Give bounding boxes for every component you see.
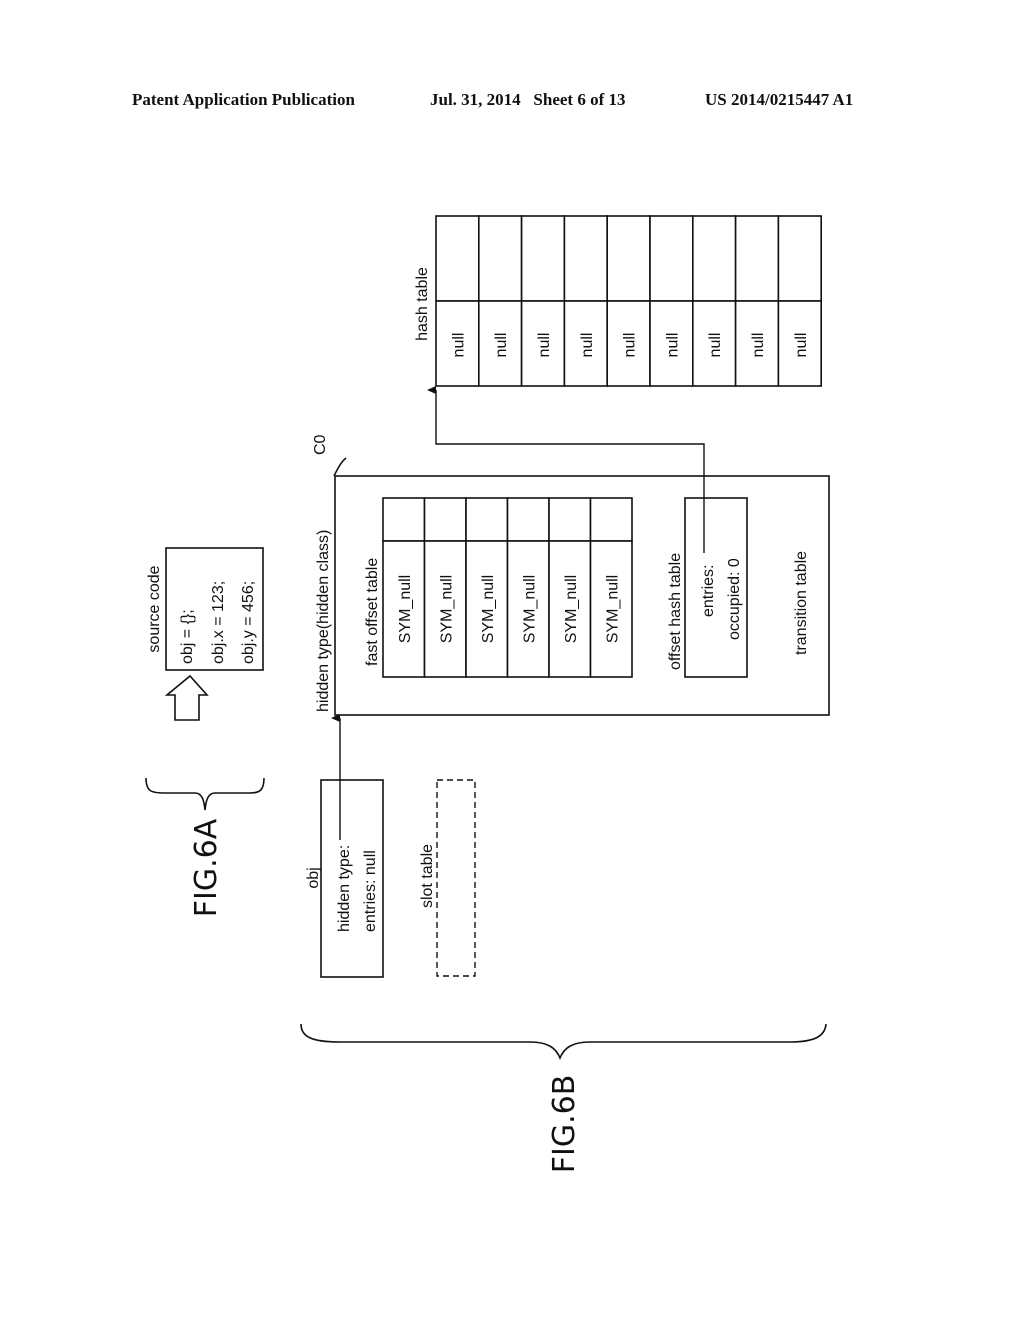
fast-offset-value: SYM_null bbox=[480, 575, 497, 643]
slot-table-box bbox=[436, 779, 476, 977]
hidden-class-ref: C0 bbox=[312, 434, 329, 455]
c0-leader-line bbox=[333, 457, 347, 477]
fig6a-brace bbox=[145, 777, 265, 811]
hash-table-value: null bbox=[622, 333, 639, 358]
fast-offset-value: SYM_null bbox=[563, 575, 580, 643]
source-code-line-1: obj = {}; bbox=[179, 609, 196, 664]
fast-offset-key-slot bbox=[423, 497, 467, 542]
hash-table-key-slot bbox=[777, 215, 823, 302]
hash-table-cell: null bbox=[606, 215, 651, 387]
fig6b-label: FIG.6B bbox=[547, 1075, 582, 1174]
fast-offset-value: SYM_null bbox=[397, 575, 414, 643]
obj-entries: entries: null bbox=[362, 850, 379, 932]
fast-offset-cell: SYM_null bbox=[589, 497, 633, 678]
hash-table-cell: null bbox=[691, 215, 737, 387]
hash-table-value: null bbox=[793, 333, 810, 358]
hash-table-cell: null bbox=[435, 215, 480, 387]
source-code-line-3: obj.y = 456; bbox=[240, 581, 257, 664]
fast-offset-cell: SYM_null bbox=[382, 497, 426, 678]
hidden-class-title: hidden type(hidden class) bbox=[315, 530, 332, 712]
source-code-title: source code bbox=[146, 565, 163, 652]
hash-table-title: hash table bbox=[414, 267, 431, 341]
hash-table-value: null bbox=[450, 333, 467, 358]
hash-table-value: null bbox=[707, 333, 724, 358]
hash-table-value: null bbox=[750, 333, 767, 358]
slot-table-title: slot table bbox=[419, 844, 436, 908]
patent-figure: source code obj = {}; obj.x = 123; obj.y… bbox=[145, 215, 830, 1174]
fast-offset-key-slot bbox=[465, 497, 509, 542]
hash-table-cell: null bbox=[777, 215, 823, 387]
hash-table-key-slot bbox=[649, 215, 694, 302]
hash-table-cell: null bbox=[734, 215, 780, 387]
hash-table-cell: null bbox=[477, 215, 523, 387]
hash-table-cell: null bbox=[649, 215, 694, 387]
fig6a-group: source code obj = {}; obj.x = 123; obj.y… bbox=[145, 547, 265, 917]
hash-table-cell: null bbox=[520, 215, 566, 387]
fast-offset-cell: SYM_null bbox=[465, 497, 509, 678]
hash-table-key-slot bbox=[734, 215, 780, 302]
fast-offset-table: SYM_null SYM_null SYM_null SYM_null SYM_null… bbox=[382, 497, 633, 678]
hash-table-key-slot bbox=[435, 215, 480, 302]
offset-hash-entries: entries: bbox=[700, 565, 717, 617]
offset-hash-occupied: occupied: 0 bbox=[726, 558, 743, 640]
fast-offset-value: SYM_null bbox=[521, 575, 538, 643]
transition-table-title: transition table bbox=[793, 551, 810, 655]
source-code-line-2: obj.x = 123; bbox=[210, 581, 227, 664]
fast-offset-value: SYM_null bbox=[438, 575, 455, 643]
hash-table-key-slot bbox=[691, 215, 737, 302]
obj-hidden-type: hidden type: bbox=[336, 845, 353, 932]
hash-table-value: null bbox=[536, 333, 553, 358]
fig6a-label: FIG.6A bbox=[189, 818, 224, 917]
fast-offset-table-title: fast offset table bbox=[364, 558, 381, 666]
fast-offset-key-slot bbox=[506, 497, 550, 542]
fast-offset-cell: SYM_null bbox=[423, 497, 467, 678]
hollow-arrow-icon bbox=[164, 674, 209, 721]
hash-table-value: null bbox=[664, 333, 681, 358]
fast-offset-key-slot bbox=[382, 497, 426, 542]
obj-title: obj bbox=[305, 867, 322, 888]
fast-offset-key-slot bbox=[589, 497, 633, 542]
fast-offset-cell: SYM_null bbox=[548, 497, 592, 678]
hash-table-value: null bbox=[579, 333, 596, 358]
fast-offset-value: SYM_null bbox=[604, 575, 621, 643]
hash-table-value: null bbox=[493, 333, 510, 358]
hash-table-key-slot bbox=[563, 215, 609, 302]
offset-hash-table-title: offset hash table bbox=[667, 553, 684, 670]
fast-offset-cell: SYM_null bbox=[506, 497, 550, 678]
hash-table-key-slot bbox=[606, 215, 651, 302]
hash-table-key-slot bbox=[520, 215, 566, 302]
fig6b-group: obj hidden type: entries: null slot tabl… bbox=[300, 215, 830, 1174]
hash-table-key-slot bbox=[477, 215, 523, 302]
fig6b-brace bbox=[300, 1023, 827, 1061]
hash-table-cell: null bbox=[563, 215, 609, 387]
fast-offset-key-slot bbox=[548, 497, 592, 542]
hash-table: null null null null null null null null null bbox=[435, 215, 823, 387]
